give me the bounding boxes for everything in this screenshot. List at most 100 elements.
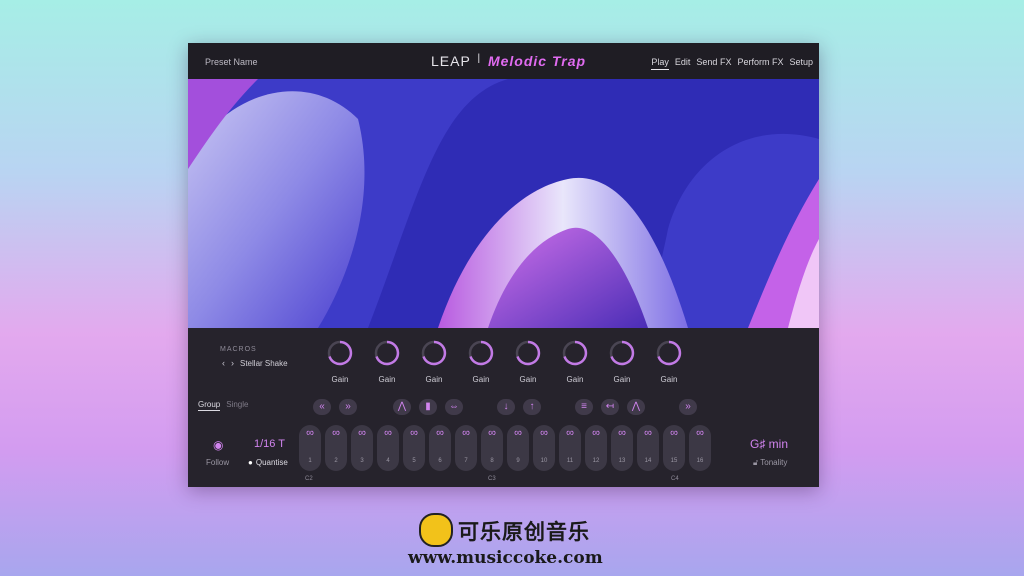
follow-icon[interactable]: ◉ <box>213 438 223 452</box>
product-logo: LEAP | Melodic Trap <box>431 53 586 69</box>
pad-3[interactable]: ∞ 3 <box>351 425 373 471</box>
macro-knob-3[interactable] <box>421 340 447 366</box>
loop-icon: ∞ <box>592 427 600 439</box>
key-value[interactable]: G♯ min <box>750 437 788 451</box>
top-bar: Preset Name LEAP | Melodic Trap Play Edi… <box>188 43 819 79</box>
preset-name[interactable]: Preset Name <box>205 57 258 67</box>
octave-label: C4 <box>671 476 679 482</box>
loop-icon: ∞ <box>540 427 548 439</box>
pad-number: 7 <box>464 458 468 464</box>
watermark-url: www.musiccoke.com <box>408 548 603 568</box>
swap-icon[interactable]: ⇔ <box>445 399 463 415</box>
macro-knob-label: Gain <box>660 375 678 384</box>
nav-tabs: Play Edit Send FX Perform FX Setup <box>651 57 813 70</box>
pad-5[interactable]: ∞ 5 <box>403 425 425 471</box>
macro-knob-1[interactable] <box>327 340 353 366</box>
up-arrow-icon[interactable]: ↑ <box>523 399 541 415</box>
pad-number: 13 <box>618 458 626 464</box>
loop-icon: ∞ <box>488 427 496 439</box>
pad-8[interactable]: ∞ 8 <box>481 425 503 471</box>
quantise-dot-icon: ● <box>248 458 253 467</box>
tab-send-fx[interactable]: Send FX <box>696 57 731 70</box>
loop-icon: ∞ <box>462 427 470 439</box>
preset-artwork <box>188 79 819 328</box>
logo-leap: LEAP <box>431 53 471 69</box>
pad-number: 10 <box>540 458 548 464</box>
pad-7[interactable]: ∞ 7 <box>455 425 477 471</box>
tonality-toggle[interactable]: 🔓︎ Tonality <box>753 458 787 468</box>
macro-prev-button[interactable]: ‹ <box>222 358 225 368</box>
macro-knob-7[interactable] <box>609 340 635 366</box>
pad-number: 3 <box>360 458 364 464</box>
quantise-toggle[interactable]: ● Quantise <box>248 458 288 467</box>
forward-icon[interactable]: » <box>679 399 697 415</box>
follow-label: Follow <box>206 458 230 467</box>
rate-value[interactable]: 1/16 T <box>254 438 285 450</box>
pad-4[interactable]: ∞ 4 <box>377 425 399 471</box>
loop-icon: ∞ <box>670 427 678 439</box>
tab-edit[interactable]: Edit <box>675 57 691 70</box>
loop-icon: ∞ <box>384 427 392 439</box>
macro-knob-2[interactable] <box>374 340 400 366</box>
reverse-icon[interactable]: ↤ <box>601 399 619 415</box>
loop-icon: ∞ <box>306 427 314 439</box>
loop-icon: ∞ <box>618 427 626 439</box>
artwork-graphic <box>188 79 819 328</box>
envelope-icon[interactable]: ⋀ <box>393 399 411 415</box>
list-icon[interactable]: ≡ <box>575 399 593 415</box>
pad-11[interactable]: ∞ 11 <box>559 425 581 471</box>
pad-6[interactable]: ∞ 6 <box>429 425 451 471</box>
tab-single[interactable]: Single <box>226 400 248 411</box>
pad-1[interactable]: ∞ 1 <box>299 425 321 471</box>
pad-10[interactable]: ∞ 10 <box>533 425 555 471</box>
logo-separator: | <box>477 53 482 64</box>
macro-knob-6[interactable] <box>562 340 588 366</box>
pad-number: 12 <box>592 458 600 464</box>
pad-number: 2 <box>334 458 338 464</box>
macros-navigation: ‹ › Stellar Shake <box>222 358 288 368</box>
macro-preset-name: Stellar Shake <box>240 358 288 368</box>
pad-number: 1 <box>308 458 312 464</box>
bars-icon[interactable]: ▮ <box>419 399 437 415</box>
pad-number: 11 <box>566 458 574 464</box>
macro-knob-8[interactable] <box>656 340 682 366</box>
loop-icon: ∞ <box>644 427 652 439</box>
macro-knob-label: Gain <box>519 375 537 384</box>
pad-number: 5 <box>412 458 416 464</box>
tab-perform-fx[interactable]: Perform FX <box>737 57 783 70</box>
pad-2[interactable]: ∞ 2 <box>325 425 347 471</box>
macro-knob-label: Gain <box>331 375 349 384</box>
loop-icon: ∞ <box>410 427 418 439</box>
watermark-title: 可乐原创音乐 <box>458 521 590 544</box>
watermark-logo <box>419 513 453 547</box>
macro-knob-4[interactable] <box>468 340 494 366</box>
macro-knob-label: Gain <box>378 375 396 384</box>
play-panel: MACROS ‹ › Stellar Shake Gain Gain Gain … <box>188 328 819 487</box>
pad-number: 9 <box>516 458 520 464</box>
rewind-icon[interactable]: « <box>313 399 331 415</box>
logo-brand: Melodic Trap <box>487 53 587 69</box>
macro-knob-5[interactable] <box>515 340 541 366</box>
macros-title: MACROS <box>220 346 257 353</box>
pad-number: 6 <box>438 458 442 464</box>
tab-group[interactable]: Group <box>198 400 221 411</box>
tonality-label: Tonality <box>760 458 788 467</box>
tab-play[interactable]: Play <box>651 57 669 70</box>
pad-12[interactable]: ∞ 12 <box>585 425 607 471</box>
macro-next-button[interactable]: › <box>231 358 234 368</box>
loop-icon: ∞ <box>566 427 574 439</box>
wave-icon[interactable]: ⋀ <box>627 399 645 415</box>
pad-number: 4 <box>386 458 390 464</box>
macro-knob-label: Gain <box>425 375 443 384</box>
macro-knob-label: Gain <box>613 375 631 384</box>
pad-15[interactable]: ∞ 15 <box>663 425 685 471</box>
octave-label: C3 <box>488 476 496 482</box>
forward-icon[interactable]: » <box>339 399 357 415</box>
pad-9[interactable]: ∞ 9 <box>507 425 529 471</box>
down-arrow-icon[interactable]: ↓ <box>497 399 515 415</box>
pad-number: 16 <box>696 458 704 464</box>
pad-14[interactable]: ∞ 14 <box>637 425 659 471</box>
tab-setup[interactable]: Setup <box>789 57 813 70</box>
pad-13[interactable]: ∞ 13 <box>611 425 633 471</box>
pad-16[interactable]: ∞ 16 <box>689 425 711 471</box>
